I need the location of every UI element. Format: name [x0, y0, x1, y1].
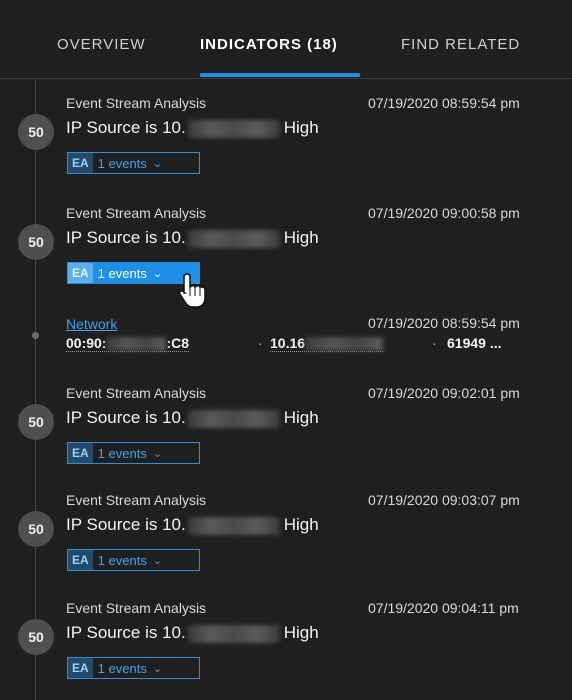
indicator-name: IP Source is 10. High	[66, 118, 319, 138]
indicator-name-suffix: High	[283, 408, 319, 427]
indicator-name-suffix: High	[283, 228, 319, 247]
indicator-name-prefix: IP Source is 10.	[66, 623, 186, 642]
redacted-ip	[187, 624, 280, 643]
indicator-timestamp: 07/19/2020 09:03:07 pm	[368, 492, 520, 508]
risk-score-badge: 50	[18, 619, 54, 655]
mac-suffix: :C8	[166, 335, 190, 351]
source-tag: EA	[68, 658, 93, 678]
events-label: 1 events	[97, 660, 147, 676]
redacted-mac	[106, 337, 167, 352]
timeline-line	[35, 80, 36, 700]
indicator-source: Event Stream Analysis	[66, 600, 207, 616]
events-dropdown-button[interactable]: EA 1 events ⌄	[67, 152, 200, 174]
indicator-timestamp: 07/19/2020 09:00:58 pm	[368, 205, 520, 221]
events-label: 1 events	[97, 552, 147, 568]
tab-find-related[interactable]: FIND RELATED	[401, 36, 520, 53]
network-link[interactable]: Network	[66, 316, 117, 332]
indicator-timestamp: 07/19/2020 09:04:11 pm	[368, 600, 519, 616]
source-tag: EA	[68, 550, 93, 570]
redacted-ip	[187, 409, 280, 428]
redacted-ip	[187, 229, 280, 248]
redacted-ip	[305, 337, 384, 352]
indicator-source: Event Stream Analysis	[66, 492, 207, 508]
risk-score-badge: 50	[18, 404, 54, 440]
tab-indicators[interactable]: INDICATORS (18)	[200, 36, 338, 53]
events-label: 1 events	[97, 445, 147, 461]
hand-pointer-icon	[178, 273, 206, 308]
tab-bar: OVERVIEW INDICATORS (18) FIND RELATED	[0, 0, 572, 79]
risk-score-badge: 50	[18, 224, 54, 260]
indicator-source: Event Stream Analysis	[66, 95, 207, 111]
events-dropdown-button[interactable]: EA 1 events ⌄	[67, 442, 200, 464]
indicator-name-prefix: IP Source is 10.	[66, 515, 186, 534]
separator-dot: ·	[258, 335, 263, 351]
chevron-down-icon: ⌄	[152, 157, 163, 170]
indicator-source: Event Stream Analysis	[66, 385, 207, 401]
mac-address[interactable]: 00:90: :C8	[66, 335, 190, 353]
events-dropdown-button[interactable]: EA 1 events ⌄	[67, 657, 200, 679]
indicator-name: IP Source is 10. High	[66, 623, 319, 643]
active-tab-underline	[200, 73, 360, 77]
redacted-ip	[187, 119, 280, 138]
port-value[interactable]: 61949 ...	[447, 335, 502, 351]
separator-dot: ·	[432, 335, 437, 351]
indicator-name: IP Source is 10. High	[66, 515, 319, 535]
indicator-timestamp: 07/19/2020 08:59:54 pm	[368, 95, 520, 111]
indicator-name: IP Source is 10. High	[66, 408, 319, 428]
ip-prefix: 10.16	[270, 335, 306, 351]
indicator-name-prefix: IP Source is 10.	[66, 118, 186, 137]
chevron-down-icon: ⌄	[152, 447, 163, 460]
redacted-ip	[187, 516, 280, 535]
timeline-dot	[32, 332, 39, 339]
source-tag: EA	[68, 263, 93, 283]
mac-prefix: 00:90:	[66, 335, 107, 351]
tab-overview[interactable]: OVERVIEW	[57, 36, 146, 53]
source-tag: EA	[68, 153, 93, 173]
indicator-name-suffix: High	[283, 515, 319, 534]
chevron-down-icon: ⌄	[152, 554, 163, 567]
indicator-timestamp: 07/19/2020 09:02:01 pm	[368, 385, 520, 401]
indicator-source: Event Stream Analysis	[66, 205, 207, 221]
chevron-down-icon: ⌄	[152, 267, 163, 280]
indicator-name-prefix: IP Source is 10.	[66, 228, 186, 247]
indicators-panel: OVERVIEW INDICATORS (18) FIND RELATED 50…	[0, 0, 572, 700]
risk-score-badge: 50	[18, 511, 54, 547]
network-timestamp: 07/19/2020 08:59:54 pm	[368, 315, 520, 331]
indicator-name: IP Source is 10. High	[66, 228, 319, 248]
indicator-name-suffix: High	[283, 623, 319, 642]
events-label: 1 events	[97, 265, 147, 281]
source-tag: EA	[68, 443, 93, 463]
ip-address[interactable]: 10.16	[270, 335, 384, 353]
chevron-down-icon: ⌄	[152, 662, 163, 675]
risk-score-badge: 50	[18, 114, 54, 150]
indicator-name-prefix: IP Source is 10.	[66, 408, 186, 427]
indicator-name-suffix: High	[283, 118, 319, 137]
events-label: 1 events	[97, 155, 147, 171]
events-dropdown-button[interactable]: EA 1 events ⌄	[67, 549, 200, 571]
